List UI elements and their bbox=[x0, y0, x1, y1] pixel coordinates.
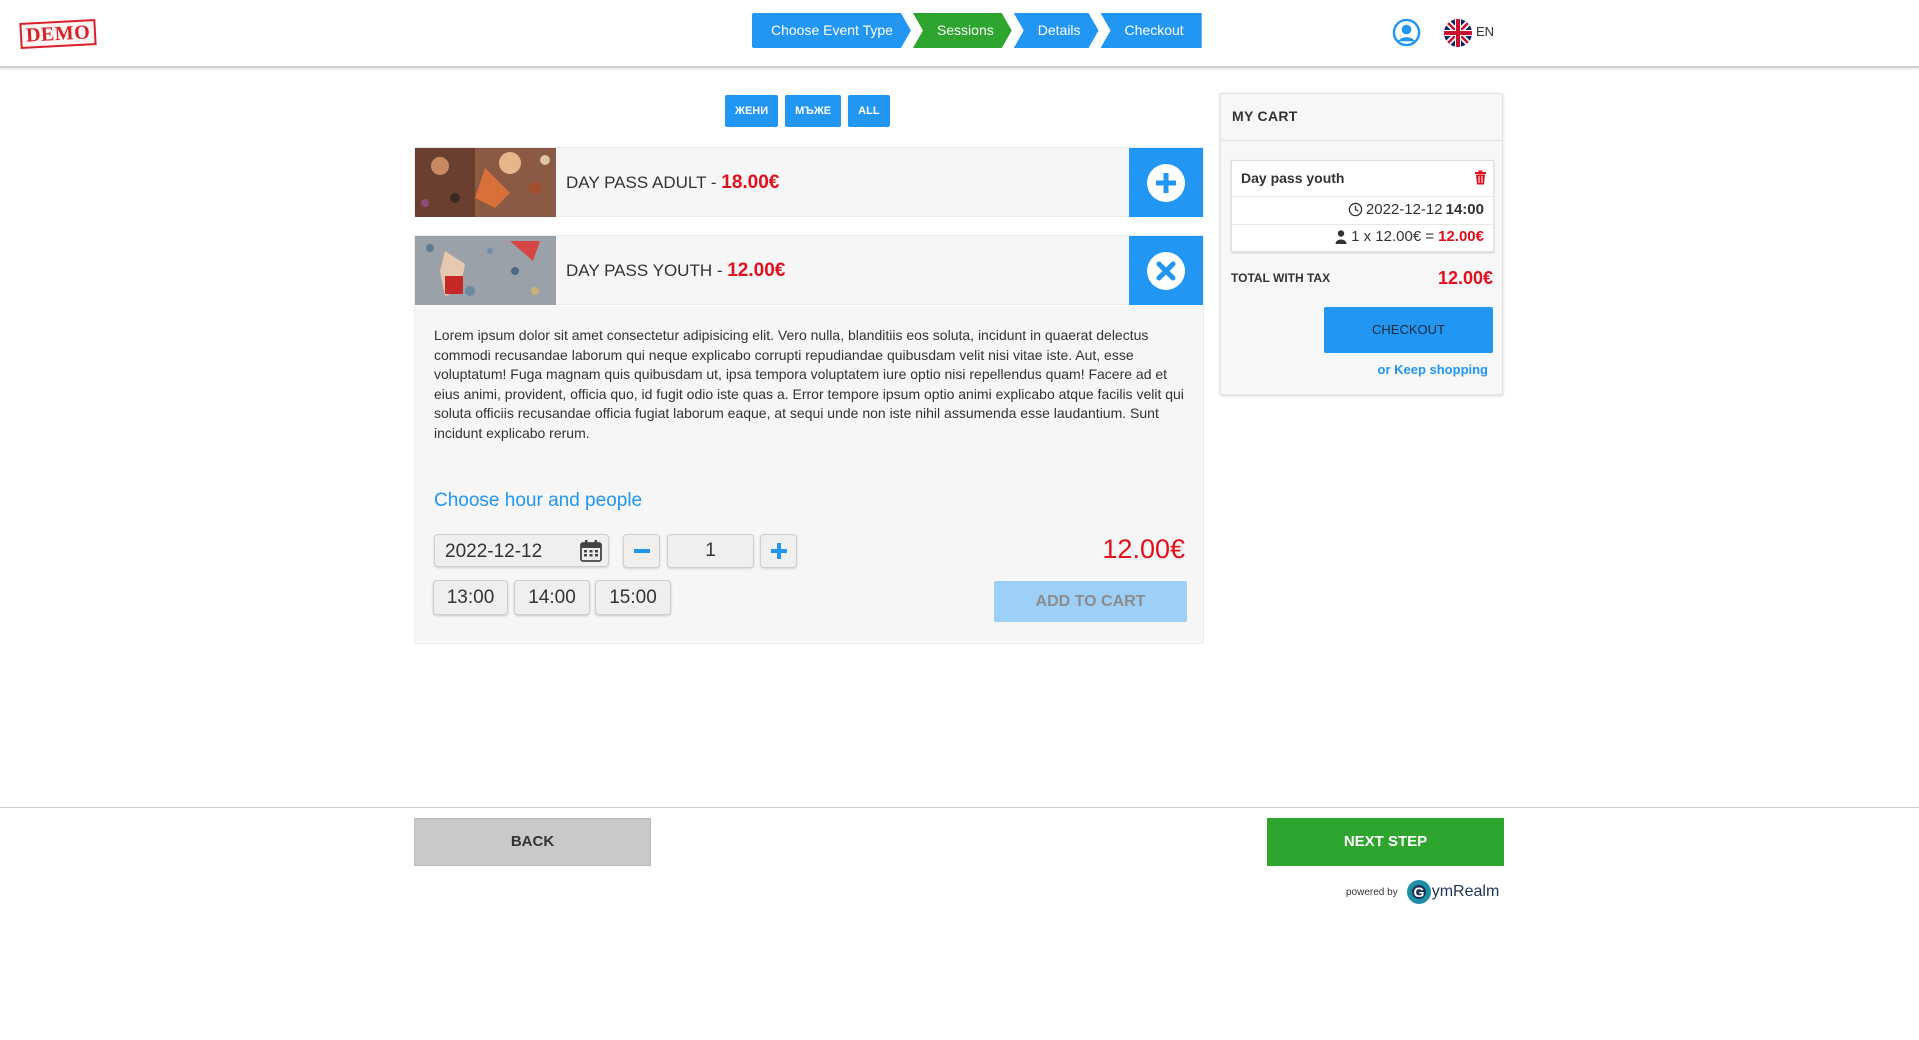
divider bbox=[1221, 140, 1502, 141]
cart-title: MY CART bbox=[1232, 108, 1298, 124]
filter-women-button[interactable]: ЖЕНИ bbox=[725, 95, 779, 127]
step-checkout[interactable]: Checkout bbox=[1100, 13, 1202, 48]
time-slot-15-00[interactable]: 15:00 bbox=[595, 580, 671, 615]
language-label[interactable]: EN bbox=[1476, 24, 1494, 39]
checkout-steps: Choose Event Type Sessions Details Check… bbox=[752, 13, 1204, 48]
choose-hour-heading: Choose hour and people bbox=[434, 490, 643, 511]
footer-divider bbox=[0, 807, 1919, 808]
climbing-wall-image bbox=[415, 148, 556, 217]
cart-item-datetime: 2022-12-12 14:00 bbox=[1348, 201, 1484, 218]
time-slot-13-00[interactable]: 13:00 bbox=[433, 580, 508, 615]
back-button[interactable]: BACK bbox=[414, 818, 651, 866]
session-details-panel: Lorem ipsum dolor sit amet consectetur a… bbox=[414, 306, 1204, 644]
collapse-product-button[interactable] bbox=[1129, 236, 1203, 305]
product-title: DAY PASS YOUTH - 12.00€ bbox=[566, 260, 786, 281]
category-filters: ЖЕНИ МЪЖЕ ALL bbox=[725, 95, 890, 127]
product-title: DAY PASS ADULT - 18.00€ bbox=[566, 172, 780, 193]
cart-item-total: 12.00€ bbox=[1438, 228, 1484, 245]
filter-all-button[interactable]: ALL bbox=[848, 95, 890, 127]
cart-item-quantity: 1 x 12.00€ = 12.00€ bbox=[1335, 228, 1484, 245]
next-step-button[interactable]: NEXT STEP bbox=[1267, 818, 1504, 866]
product-row-day-pass-adult[interactable]: DAY PASS ADULT - 18.00€ bbox=[414, 147, 1204, 217]
svg-text:G: G bbox=[1413, 884, 1424, 900]
divider bbox=[1232, 196, 1493, 197]
clock-icon bbox=[1348, 202, 1363, 217]
keep-shopping-link[interactable]: or Keep shopping bbox=[1378, 362, 1489, 377]
total-with-tax-value: 12.00€ bbox=[1437, 268, 1493, 288]
product-row-day-pass-youth[interactable]: DAY PASS YOUTH - 12.00€ bbox=[414, 235, 1204, 305]
powered-by: powered by G ymRealm bbox=[1346, 879, 1499, 905]
divider bbox=[1232, 224, 1493, 225]
date-value: 2022-12-12 bbox=[445, 541, 543, 562]
plus-circle-icon bbox=[1147, 163, 1185, 202]
total-with-tax-label: TOTAL WITH TAX bbox=[1231, 271, 1331, 285]
checkout-button[interactable]: CHECKOUT bbox=[1324, 307, 1493, 353]
trash-icon[interactable] bbox=[1474, 170, 1487, 185]
uk-flag-icon[interactable] bbox=[1444, 19, 1472, 47]
my-cart-panel: MY CART Day pass youth 2022-12-12 14:00 bbox=[1220, 93, 1503, 395]
filter-men-button[interactable]: МЪЖЕ bbox=[785, 95, 842, 127]
add-to-cart-button[interactable]: ADD TO CART bbox=[994, 581, 1187, 622]
step-details[interactable]: Details bbox=[1014, 13, 1099, 48]
product-price: 18.00€ bbox=[721, 172, 780, 193]
date-picker-input[interactable]: 2022-12-12 bbox=[434, 534, 609, 567]
cart-item-name: Day pass youth bbox=[1241, 170, 1345, 186]
top-header: DEMO Choose Event Type Sessions Details … bbox=[0, 0, 1919, 68]
step-sessions[interactable]: Sessions bbox=[913, 13, 1012, 48]
decrease-quantity-button[interactable] bbox=[623, 534, 660, 568]
calendar-icon[interactable] bbox=[579, 539, 603, 563]
add-product-button[interactable] bbox=[1129, 148, 1203, 217]
gymrealm-logo-icon: G bbox=[1406, 880, 1431, 904]
product-price: 12.00€ bbox=[727, 260, 786, 281]
close-circle-icon bbox=[1147, 251, 1185, 290]
plus-icon bbox=[770, 543, 787, 559]
person-icon bbox=[1335, 229, 1347, 244]
step-choose-event-type[interactable]: Choose Event Type bbox=[752, 13, 911, 48]
minus-icon bbox=[633, 549, 650, 553]
time-slot-14-00[interactable]: 14:00 bbox=[514, 580, 590, 615]
climbing-wall-image bbox=[415, 236, 556, 305]
product-description: Lorem ipsum dolor sit amet consectetur a… bbox=[434, 327, 1184, 441]
gymrealm-logo[interactable]: G ymRealm bbox=[1406, 879, 1499, 905]
demo-logo: DEMO bbox=[19, 19, 97, 49]
cart-item: Day pass youth 2022-12-12 14:00 1 x 12.0… bbox=[1231, 160, 1494, 252]
increase-quantity-button[interactable] bbox=[760, 534, 797, 568]
quantity-value[interactable]: 1 bbox=[667, 534, 754, 568]
user-account-icon[interactable] bbox=[1392, 18, 1421, 47]
session-total-price: 12.00€ bbox=[1102, 534, 1185, 564]
